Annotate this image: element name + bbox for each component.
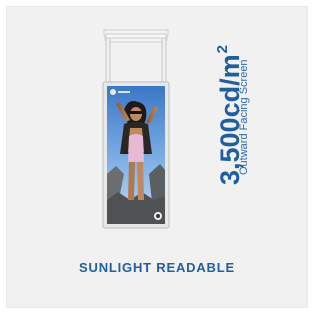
brightness-exponent: 2: [214, 45, 231, 54]
hanging-frame: [103, 29, 169, 85]
screen-type-label: Outward Facing Screen: [238, 59, 250, 175]
feature-caption: SUNLIGHT READABLE: [79, 260, 235, 275]
screen-ad-image: [107, 86, 165, 224]
display-unit-illustration: [102, 29, 170, 229]
